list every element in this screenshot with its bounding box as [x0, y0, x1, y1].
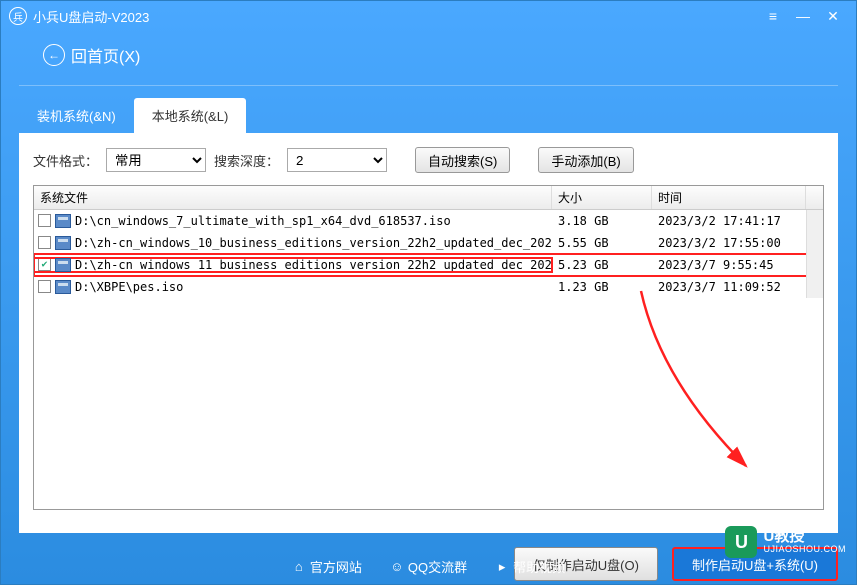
help-video-link[interactable]: ▸帮助视频 [495, 557, 565, 576]
app-window: 兵 小兵U盘启动-V2023 ≡ — ✕ ← 回首页(X) 装机系统(&N) 本… [0, 0, 857, 585]
disk-icon [55, 280, 71, 294]
tab-install-system[interactable]: 装机系统(&N) [19, 98, 134, 133]
qq-group-link[interactable]: ☺QQ交流群 [390, 557, 467, 576]
file-time: 2023/3/7 9:55:45 [652, 258, 823, 272]
back-button[interactable]: ← 回首页(X) [19, 31, 838, 86]
qq-icon: ☺ [390, 560, 404, 574]
disk-icon [55, 236, 71, 250]
file-path: D:\XBPE\pes.iso [75, 280, 183, 294]
row-checkbox[interactable] [38, 236, 51, 249]
row-checkbox[interactable] [38, 280, 51, 293]
filter-bar: 文件格式： 常用 搜索深度： 2 自动搜索(S) 手动添加(B) [33, 147, 824, 173]
app-title: 小兵U盘启动-V2023 [33, 7, 149, 26]
row-checkbox[interactable] [38, 214, 51, 227]
watermark: U U教授 UJIAOSHOU.COM [725, 526, 846, 558]
back-label: 回首页(X) [71, 43, 140, 67]
disk-icon [55, 258, 71, 272]
back-arrow-icon: ← [43, 44, 65, 66]
disk-icon [55, 214, 71, 228]
auto-search-button[interactable]: 自动搜索(S) [415, 147, 510, 173]
file-size: 5.23 GB [552, 258, 652, 272]
manual-add-button[interactable]: 手动添加(B) [538, 147, 633, 173]
video-icon: ▸ [495, 560, 509, 574]
scrollbar[interactable] [806, 210, 823, 298]
footer-links: ⌂官方网站 ☺QQ交流群 ▸帮助视频 [1, 557, 856, 576]
annotation-arrow [631, 281, 771, 481]
file-size: 5.55 GB [552, 236, 652, 250]
table-header: 系统文件 大小 时间 [34, 186, 823, 210]
file-path: D:\zh-cn_windows_11_business_editions_ve… [75, 258, 552, 272]
file-size: 3.18 GB [552, 214, 652, 228]
file-path: D:\zh-cn_windows_10_business_editions_ve… [75, 236, 552, 250]
tab-bar: 装机系统(&N) 本地系统(&L) [19, 98, 838, 133]
col-time[interactable]: 时间 [652, 186, 806, 209]
col-file[interactable]: 系统文件 [34, 186, 552, 209]
table-row[interactable]: D:\cn_windows_7_ultimate_with_sp1_x64_dv… [34, 210, 823, 232]
tab-local-system[interactable]: 本地系统(&L) [134, 98, 247, 133]
menu-icon[interactable]: ≡ [758, 1, 788, 31]
file-path: D:\cn_windows_7_ultimate_with_sp1_x64_dv… [75, 214, 451, 228]
home-icon: ⌂ [292, 560, 306, 574]
file-time: 2023/3/2 17:55:00 [652, 236, 823, 250]
file-time: 2023/3/2 17:41:17 [652, 214, 823, 228]
table-row[interactable]: D:\zh-cn_windows_10_business_editions_ve… [34, 232, 823, 254]
col-scroll-gutter [806, 186, 823, 209]
file-format-label: 文件格式： [33, 151, 98, 170]
table-row[interactable]: ✔ D:\zh-cn_windows_11_business_editions_… [34, 254, 823, 276]
minimize-icon[interactable]: — [788, 1, 818, 31]
search-depth-select[interactable]: 2 [287, 148, 387, 172]
app-icon: 兵 [9, 7, 27, 25]
file-format-select[interactable]: 常用 [106, 148, 206, 172]
search-depth-label: 搜索深度： [214, 151, 279, 170]
watermark-brand: U教授 [763, 529, 846, 546]
titlebar: 兵 小兵U盘启动-V2023 ≡ — ✕ [1, 1, 856, 31]
close-icon[interactable]: ✕ [818, 1, 848, 31]
col-size[interactable]: 大小 [552, 186, 652, 209]
row-checkbox[interactable]: ✔ [38, 258, 51, 271]
watermark-badge-icon: U [725, 526, 757, 558]
watermark-url: UJIAOSHOU.COM [763, 545, 846, 555]
official-site-link[interactable]: ⌂官方网站 [292, 557, 362, 576]
